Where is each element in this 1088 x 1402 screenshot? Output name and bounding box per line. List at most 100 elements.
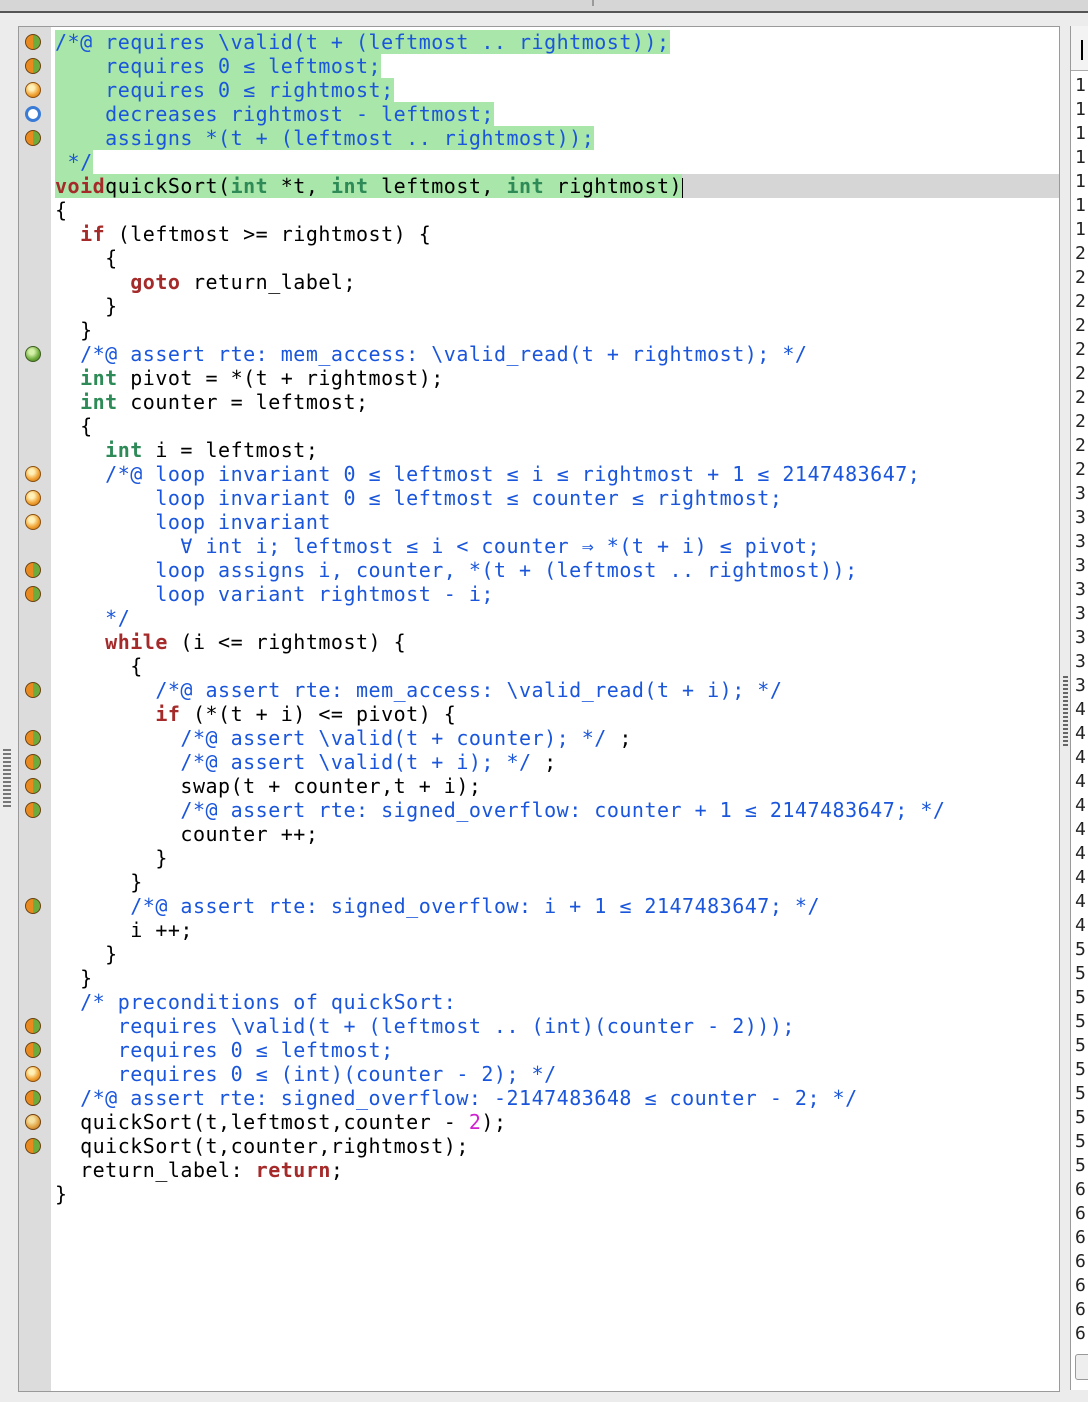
code-line[interactable]: { — [55, 198, 1059, 222]
proof-status-partial-icon[interactable] — [25, 1018, 41, 1034]
code-line[interactable]: ∀ int i; leftmost ≤ i < counter ⇒ *(t + … — [55, 534, 1059, 558]
code-line[interactable]: { — [55, 246, 1059, 270]
proof-status-partial-icon[interactable] — [25, 898, 41, 914]
code-line[interactable]: /* preconditions of quickSort: — [55, 990, 1059, 1014]
proof-status-unknown-icon[interactable] — [25, 82, 41, 98]
code-line[interactable]: */ — [55, 150, 1059, 174]
code-token: counter = leftmost; — [117, 390, 369, 414]
code-line[interactable]: /*@ assert \valid(t + counter); */ ; — [25, 726, 1059, 750]
proof-status-partial-icon[interactable] — [25, 730, 41, 746]
status-gutter — [19, 27, 51, 1391]
line-number-column: 1 1 1 1 1 1 1 2 2 2 2 2 2 2 2 2 2 3 3 3 3 3 3 3 3 3 4 4 4 4 4 4 4 4 4 4 5 5 5 5… — [1075, 74, 1086, 1346]
proof-status-partial-icon[interactable] — [25, 1138, 41, 1154]
proof-status-partial-icon[interactable] — [25, 130, 41, 146]
line-number: 4 — [1075, 867, 1086, 888]
scroll-left-button[interactable] — [1075, 1354, 1088, 1380]
proof-status-unknown-icon[interactable] — [25, 466, 41, 482]
proof-status-partial-icon[interactable] — [25, 1090, 41, 1106]
code-line[interactable]: if (*(t + i) <= pivot) { — [55, 702, 1059, 726]
code-token: if — [155, 702, 181, 726]
proof-status-partial-icon[interactable] — [25, 682, 41, 698]
code-line[interactable]: } — [55, 846, 1059, 870]
code-line[interactable]: /*@ loop invariant 0 ≤ leftmost ≤ i ≤ ri… — [25, 462, 1059, 486]
code-line[interactable]: swap(t + counter,t + i); — [25, 774, 1059, 798]
code-line[interactable]: requires 0 ≤ (int)(counter - 2); */ — [25, 1062, 1059, 1086]
source-code-editor[interactable]: /*@ requires \valid(t + (leftmost .. rig… — [18, 26, 1060, 1392]
code-line[interactable]: while (i <= rightmost) { — [55, 630, 1059, 654]
proof-status-partial-icon[interactable] — [25, 1042, 41, 1058]
proof-status-partial-icon[interactable] — [25, 802, 41, 818]
proof-status-partial-icon[interactable] — [25, 34, 41, 50]
proof-status-partial-icon[interactable] — [25, 586, 41, 602]
code-area[interactable]: /*@ requires \valid(t + (leftmost .. rig… — [25, 30, 1059, 1206]
code-line[interactable]: /*@ assert rte: mem_access: \valid_read(… — [25, 678, 1059, 702]
code-line[interactable]: /*@ assert rte: mem_access: \valid_read(… — [25, 342, 1059, 366]
code-line[interactable]: loop assigns i, counter, *(t + (leftmost… — [25, 558, 1059, 582]
proof-status-partial-icon[interactable] — [25, 778, 41, 794]
code-line[interactable]: counter ++; — [55, 822, 1059, 846]
window-top-bar — [0, 0, 1088, 13]
line-number: 5 — [1075, 1107, 1086, 1128]
code-line[interactable]: /*@ assert rte: signed_overflow: i + 1 ≤… — [25, 894, 1059, 918]
code-token: counter ++; — [55, 822, 319, 846]
code-token: while — [105, 630, 168, 654]
code-line[interactable]: } — [55, 318, 1059, 342]
proof-status-valid-icon[interactable] — [25, 346, 41, 362]
proof-status-unknown-icon[interactable] — [25, 490, 41, 506]
code-line[interactable]: requires \valid(t + (leftmost .. (int)(c… — [25, 1014, 1059, 1038]
code-line[interactable]: } — [55, 294, 1059, 318]
code-line[interactable]: requires 0 ≤ rightmost; — [25, 78, 1059, 102]
code-line[interactable]: } — [55, 870, 1059, 894]
code-line[interactable]: return_label: return; — [55, 1158, 1059, 1182]
code-line[interactable]: decreases rightmost - leftmost; — [25, 102, 1059, 126]
code-line[interactable]: int i = leftmost; — [55, 438, 1059, 462]
proof-status-partial-icon[interactable] — [25, 754, 41, 770]
code-line[interactable]: voidquickSort(int *t, int leftmost, int … — [55, 174, 1059, 198]
code-line[interactable]: assigns *(t + (leftmost .. rightmost)); — [25, 126, 1059, 150]
line-number: 1 — [1075, 171, 1086, 192]
code-line[interactable]: { — [55, 654, 1059, 678]
line-number: 3 — [1075, 627, 1086, 648]
code-line[interactable]: /*@ assert \valid(t + i); */ ; — [25, 750, 1059, 774]
proof-status-none-icon[interactable] — [25, 106, 41, 122]
line-number: 6 — [1075, 1179, 1086, 1200]
code-line[interactable]: loop variant rightmost - i; — [25, 582, 1059, 606]
code-token: *t, — [268, 174, 331, 198]
code-token: leftmost, — [368, 174, 507, 198]
left-pane-resize-grip[interactable] — [3, 749, 11, 809]
code-line[interactable]: */ — [55, 606, 1059, 630]
code-line[interactable]: requires 0 ≤ leftmost; — [25, 54, 1059, 78]
proof-status-dead-icon[interactable] — [25, 1114, 41, 1130]
proof-status-unknown-icon[interactable] — [25, 1066, 41, 1082]
proof-status-partial-icon[interactable] — [25, 562, 41, 578]
code-line[interactable]: } — [55, 966, 1059, 990]
code-line[interactable]: { — [55, 414, 1059, 438]
pane-divider-grip[interactable] — [1063, 676, 1068, 746]
code-line[interactable]: i ++; — [55, 918, 1059, 942]
line-number: 2 — [1075, 387, 1086, 408]
code-line[interactable]: int counter = leftmost; — [55, 390, 1059, 414]
code-line[interactable]: quickSort(t,leftmost,counter - 2); — [25, 1110, 1059, 1134]
code-line[interactable]: } — [55, 1182, 1059, 1206]
code-line[interactable]: loop invariant — [25, 510, 1059, 534]
code-line[interactable]: /*@ assert rte: signed_overflow: counter… — [25, 798, 1059, 822]
code-token: quickSort — [105, 174, 219, 198]
code-line[interactable]: loop invariant 0 ≤ leftmost ≤ counter ≤ … — [25, 486, 1059, 510]
code-line[interactable]: if (leftmost >= rightmost) { — [55, 222, 1059, 246]
proof-status-unknown-icon[interactable] — [25, 514, 41, 530]
code-line[interactable]: quickSort(t,counter,rightmost); — [25, 1134, 1059, 1158]
code-line[interactable]: int pivot = *(t + rightmost); — [55, 366, 1059, 390]
proof-status-partial-icon[interactable] — [25, 58, 41, 74]
code-line[interactable]: /*@ requires \valid(t + (leftmost .. rig… — [25, 30, 1059, 54]
code-line[interactable]: } — [55, 942, 1059, 966]
code-line[interactable]: requires 0 ≤ leftmost; — [25, 1038, 1059, 1062]
line-number: 1 — [1075, 195, 1086, 216]
right-panel-header[interactable] — [1071, 26, 1088, 71]
code-line[interactable]: goto return_label; — [55, 270, 1059, 294]
code-line[interactable]: /*@ assert rte: signed_overflow: -214748… — [25, 1086, 1059, 1110]
